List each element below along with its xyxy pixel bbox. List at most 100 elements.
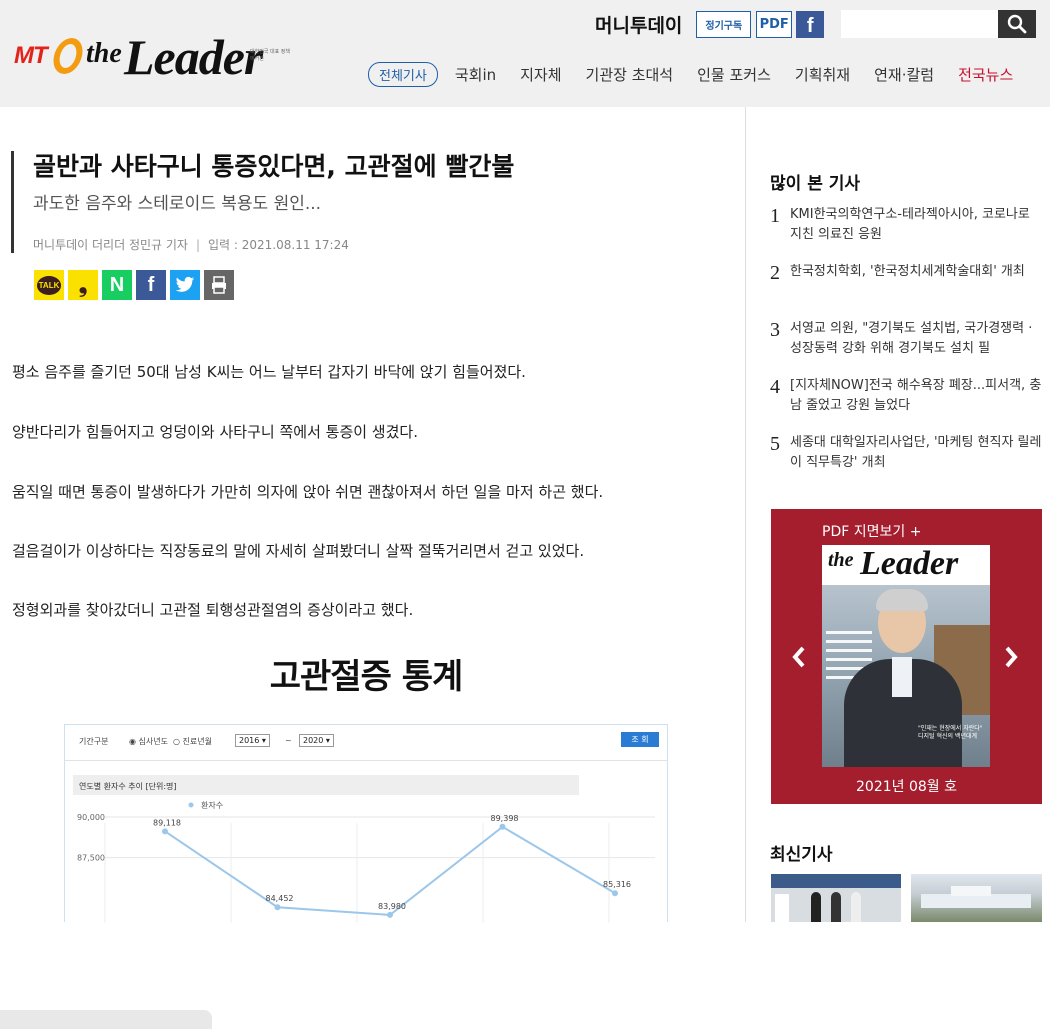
site-header: MT the Leader 대한민국 대표 정책 매거진 머니투데이 정기구독 … [0,0,1050,107]
article-subhead: 과도한 음주와 스테로이드 복용도 원인... [33,194,322,214]
popular-articles-title: 많이 본 기사 [770,174,861,194]
data-point [387,911,393,918]
naver-share-button[interactable]: N [102,270,132,300]
filter-row: 기간구분 ◉ 심사년도 ○ 진료년월 2016 ▾ ~ 2020 ▾ 조 회 [65,725,667,761]
print-button[interactable] [204,270,234,300]
radio-treatment-month-label: 진료년월 [182,737,212,746]
data-point [162,828,168,835]
share-bar: TALK ❟ N f [34,270,238,300]
query-button: 조 회 [621,732,659,747]
magazine-cover[interactable]: the Leader "인재는 현장에서 자란다" 디지털 혁신의 백년대계 [822,545,990,767]
logo-leader: Leader [124,29,263,85]
article-paragraph: 양반다리가 힘들어지고 엉덩이와 사타구니 쪽에서 통증이 생겼다. [12,423,418,441]
brand-link[interactable]: 머니투데이 [595,11,682,38]
from-year-select: 2016 ▾ [235,734,270,747]
legend-marker [188,802,194,808]
data-label: 85,316 [603,880,631,889]
top-utility-bar: 머니투데이 정기구독 PDF f [595,10,1037,38]
data-label: 84,452 [266,894,294,903]
subscribe-button[interactable]: 정기구독 [696,10,752,38]
popular-article-link[interactable]: KMI한국의학연구소-테라젝아시아, 코로나로 지친 의료진 응원 [790,205,1042,245]
article-paragraph: 정형외과를 찾아갔더니 고관절 퇴행성관절염의 증상이라고 했다. [12,601,414,619]
popular-article-item[interactable]: 3 서영교 의원, "경기북도 설치법, 국가경쟁력 · 성장동력 강화 위해 … [770,319,1042,376]
data-label: 89,118 [153,818,181,827]
to-year-value: 2020 [303,736,324,745]
popular-article-link[interactable]: [지자체NOW]전국 해수욕장 폐장...피서객, 충남 줄었고 강원 늘었다 [790,376,1042,416]
popular-article-item[interactable]: 2 한국정치학회, '한국정치세계학술대회' 개최 [770,262,1042,319]
nav-people[interactable]: 인물 포커스 [697,64,771,85]
next-issue-button[interactable] [1003,645,1019,675]
pdf-viewer-box: PDF 지면보기 + the Leader "인재는 현장에서 자란다" 디지털… [771,509,1042,804]
byline-date: 입력 : 2021.08.11 17:24 [208,238,349,252]
popular-article-link[interactable]: 한국정치학회, '한국정치세계학술대회' 개최 [790,262,1042,282]
cover-masthead: the Leader [822,545,990,585]
cover-person-shirt [892,657,912,697]
radio-treatment-month: ○ 진료년월 [173,737,212,746]
article-body: 골반과 사타구니 통증있다면, 고관절에 빨간불 과도한 음주와 스테로이드 복… [0,107,745,1029]
popular-article-rank: 1 [770,205,780,227]
radio-review-year: ◉ 심사년도 [129,737,168,746]
twitter-share-button[interactable] [170,270,200,300]
facebook-button[interactable]: f [796,10,825,38]
latest-articles-title: 최신기사 [770,845,833,865]
nav-interview[interactable]: 기관장 초대석 [586,64,674,85]
chart-panel-title: 연도별 환자수 추이 [단위:명] [73,775,579,795]
nav-feature[interactable]: 기획취재 [795,64,850,85]
data-point [612,890,618,897]
cover-photo: "인재는 현장에서 자란다" 디지털 혁신의 백년대계 [822,585,990,767]
data-point [274,904,281,911]
thumb-person [831,892,841,922]
kakaostory-share-button[interactable]: ❟ [68,270,98,300]
popular-articles-list: 1 KMI한국의학연구소-테라젝아시아, 코로나로 지친 의료진 응원 2 한국… [770,205,1042,490]
article-paragraph: 평소 음주를 즐기던 50대 남성 K씨는 어느 날부터 갑자기 바닥에 앉기 … [12,363,526,381]
search-input[interactable] [841,10,999,38]
nav-assembly[interactable]: 국회in [455,64,496,85]
article-paragraph: 걸음걸이가 이상하다는 직장동료의 말에 자세히 살펴봤더니 살짝 절뚝거리면서… [12,542,585,560]
thumb-flag [775,894,789,922]
data-label: 89,398 [491,814,519,823]
popular-article-rank: 5 [770,433,780,455]
popular-article-item[interactable]: 1 KMI한국의학연구소-테라젝아시아, 코로나로 지친 의료진 응원 [770,205,1042,262]
kakaotalk-share-button[interactable]: TALK [34,270,64,300]
popular-article-link[interactable]: 서영교 의원, "경기북도 설치법, 국가경쟁력 · 성장동력 강화 위해 경기… [790,319,1042,359]
chevron-left-icon [792,646,805,668]
cover-leader: Leader [860,545,959,582]
bottom-toast [0,1010,212,1029]
logo-o-mark [50,38,86,74]
site-logo[interactable]: MT the Leader 대한민국 대표 정책 매거진 [14,29,294,90]
article-figure: 고관절증 통계 기간구분 ◉ 심사년도 ○ 진료년월 2016 ▾ ~ 2020… [60,629,672,923]
range-tilde: ~ [285,736,292,745]
logo-subtitle: 대한민국 대표 정책 매거진 [250,49,290,62]
y-tick-label: 87,500 [77,854,105,863]
data-point [499,823,506,830]
latest-article-thumbnail[interactable] [911,874,1042,922]
print-icon [212,276,226,294]
popular-article-rank: 3 [770,319,780,341]
twitter-icon [175,276,195,292]
nav-all-articles[interactable]: 전체기사 [368,61,438,87]
prev-issue-button[interactable] [791,645,807,675]
nav-local-gov[interactable]: 지자체 [520,64,561,85]
thumb-person [811,892,821,922]
pdf-view-link[interactable]: PDF 지면보기 + [822,521,921,541]
cover-person-hair [876,589,928,611]
from-year-value: 2016 [239,736,260,745]
popular-article-item[interactable]: 5 세종대 대학일자리사업단, '마케팅 현직자 릴레이 직무특강' 개최 [770,433,1042,490]
popular-article-link[interactable]: 세종대 대학일자리사업단, '마케팅 현직자 릴레이 직무특강' 개최 [790,433,1042,473]
byline-author: 머니투데이 더리더 정민규 기자 [33,238,188,252]
column-divider [745,107,746,922]
nav-column[interactable]: 연재·칼럼 [874,64,934,85]
legend-label: 환자수 [201,800,223,810]
thumb-building [921,894,1031,908]
popular-article-item[interactable]: 4 [지자체NOW]전국 해수욕장 폐장...피서객, 충남 줄었고 강원 늘었… [770,376,1042,433]
popular-article-rank: 2 [770,262,780,284]
facebook-share-button[interactable]: f [136,270,166,300]
latest-article-thumbnail[interactable] [771,874,901,922]
logo-mt: MT [14,42,48,69]
search-icon [1008,14,1027,34]
pdf-button[interactable]: PDF [756,10,793,38]
cover-caption: "인재는 현장에서 자란다" 디지털 혁신의 백년대계 [918,725,983,740]
chevron-right-icon [1005,646,1018,668]
search-button[interactable] [998,10,1037,38]
nav-national-news[interactable]: 전국뉴스 [958,64,1013,85]
